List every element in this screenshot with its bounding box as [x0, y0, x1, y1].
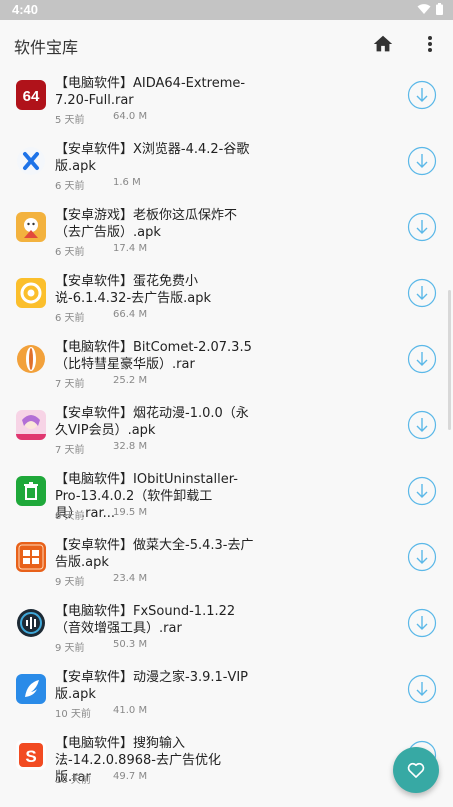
item-size: 25.2 M — [113, 375, 148, 386]
list-item[interactable]: 【安卓软件】X浏览器-4.4.2-谷歌版.apk 6 天前 1.6 M — [0, 138, 453, 204]
item-meta: 6 天前 66.4 M — [55, 309, 147, 324]
status-icons — [417, 3, 443, 15]
item-meta: 7 天前 32.8 M — [55, 441, 147, 456]
item-name: 【电脑软件】BitComet-2.07.3.5（比特彗星豪华版）.rar — [55, 340, 252, 372]
item-size: 49.7 M — [113, 771, 148, 782]
item-date: 6 天前 — [55, 247, 85, 258]
list-item[interactable]: 【安卓游戏】老板你这瓜保炸不（去广告版）.apk 6 天前 17.4 M — [0, 204, 453, 270]
item-name: 【安卓软件】做菜大全-5.4.3-去广告版.apk — [55, 538, 254, 570]
list-item[interactable]: 【电脑软件】IObitUninstaller-Pro-13.4.0.2（软件卸载… — [0, 468, 453, 534]
fxsound-icon — [16, 608, 46, 638]
download-icon[interactable] — [407, 212, 437, 242]
item-name: 【电脑软件】FxSound-1.1.22（音效增强工具）.rar — [55, 604, 236, 636]
item-meta: 6 天前 17.4 M — [55, 243, 147, 258]
item-date: 9 天前 — [55, 577, 85, 588]
item-size: 17.4 M — [113, 243, 148, 254]
item-date: 10 天前 — [55, 775, 91, 786]
list-item[interactable]: 【电脑软件】BitComet-2.07.3.5（比特彗星豪华版）.rar 7 天… — [0, 336, 453, 402]
status-time: 4:40 — [12, 2, 39, 17]
bitcomet-icon — [16, 344, 46, 374]
download-icon[interactable] — [407, 542, 437, 572]
item-name: 【安卓游戏】老板你这瓜保炸不（去广告版）.apk — [55, 208, 238, 240]
item-size: 32.8 M — [113, 441, 148, 452]
uninstaller-icon — [16, 476, 46, 506]
recipe-icon — [16, 542, 46, 572]
item-size: 64.0 M — [113, 111, 148, 122]
item-date: 9 天前 — [55, 643, 85, 654]
item-date: 10 天前 — [55, 709, 91, 720]
item-meta: 10 天前 49.7 M — [55, 771, 147, 786]
svg-text:64: 64 — [23, 88, 40, 105]
download-icon[interactable] — [407, 80, 437, 110]
item-name: 【安卓软件】X浏览器-4.4.2-谷歌版.apk — [55, 142, 250, 174]
more-vert-icon[interactable] — [418, 32, 442, 56]
item-name: 【安卓软件】烟花动漫-1.0.0（永久VIP会员）.apk — [55, 406, 249, 438]
scrollbar[interactable] — [448, 290, 451, 430]
item-meta: 10 天前 41.0 M — [55, 705, 147, 720]
item-meta: 6 天前 1.6 M — [55, 177, 141, 192]
x-browser-icon — [16, 146, 46, 176]
aida64-icon: 64 — [16, 80, 46, 110]
item-meta: 9 天前 23.4 M — [55, 573, 147, 588]
sogou-icon: S — [16, 740, 46, 770]
item-date: 6 天前 — [55, 313, 85, 324]
item-date: 6 天前 — [55, 181, 85, 192]
home-icon[interactable] — [372, 33, 394, 55]
item-meta: 8 天前 19.5 M — [55, 507, 147, 522]
battery-icon — [436, 3, 443, 15]
page-title: 软件宝库 — [14, 38, 79, 57]
item-name: 【电脑软件】AIDA64-Extreme-7.20-Full.rar — [55, 76, 246, 108]
list-item[interactable]: S 【电脑软件】搜狗输入法-14.2.0.8968-去广告优化版.rar 10 … — [0, 732, 453, 798]
list-item[interactable]: 【安卓软件】做菜大全-5.4.3-去广告版.apk 9 天前 23.4 M — [0, 534, 453, 600]
item-date: 7 天前 — [55, 379, 85, 390]
favorite-fab-button[interactable] — [393, 747, 439, 793]
software-list: 64 【电脑软件】AIDA64-Extreme-7.20-Full.rar 5 … — [0, 68, 453, 807]
item-name: 【安卓软件】蛋花免费小说-6.1.4.32-去广告版.apk — [55, 274, 212, 306]
item-size: 66.4 M — [113, 309, 148, 320]
download-icon[interactable] — [407, 476, 437, 506]
list-item[interactable]: 【安卓软件】烟花动漫-1.0.0（永久VIP会员）.apk 7 天前 32.8 … — [0, 402, 453, 468]
download-icon[interactable] — [407, 410, 437, 440]
item-name: 【安卓软件】动漫之家-3.9.1-VIP版.apk — [55, 670, 249, 702]
item-date: 8 天前 — [55, 511, 85, 522]
melon-game-icon — [16, 212, 46, 242]
download-icon[interactable] — [407, 344, 437, 374]
item-date: 5 天前 — [55, 115, 85, 126]
heart-icon — [407, 762, 425, 778]
item-meta: 7 天前 25.2 M — [55, 375, 147, 390]
item-date: 7 天前 — [55, 445, 85, 456]
download-icon[interactable] — [407, 674, 437, 704]
item-size: 41.0 M — [113, 705, 148, 716]
app-bar: 软件宝库 — [0, 20, 453, 68]
item-meta: 9 天前 50.3 M — [55, 639, 147, 654]
item-size: 23.4 M — [113, 573, 148, 584]
item-size: 19.5 M — [113, 507, 148, 518]
novel-icon — [16, 278, 46, 308]
list-item[interactable]: 64 【电脑软件】AIDA64-Extreme-7.20-Full.rar 5 … — [0, 72, 453, 138]
item-name: 【电脑软件】IObitUninstaller-Pro-13.4.0.2（软件卸载… — [55, 472, 238, 521]
list-item[interactable]: 【安卓软件】蛋花免费小说-6.1.4.32-去广告版.apk 6 天前 66.4… — [0, 270, 453, 336]
svg-text:S: S — [25, 747, 36, 766]
dmzj-icon — [16, 674, 46, 704]
anime-icon — [16, 410, 46, 440]
wifi-icon — [417, 4, 431, 14]
item-size: 50.3 M — [113, 639, 148, 650]
item-size: 1.6 M — [113, 177, 141, 188]
status-bar: 4:40 — [0, 0, 453, 20]
list-item[interactable]: 【安卓软件】动漫之家-3.9.1-VIP版.apk 10 天前 41.0 M — [0, 666, 453, 732]
list-item[interactable]: 【电脑软件】FxSound-1.1.22（音效增强工具）.rar 9 天前 50… — [0, 600, 453, 666]
item-meta: 5 天前 64.0 M — [55, 111, 147, 126]
download-icon[interactable] — [407, 146, 437, 176]
download-icon[interactable] — [407, 278, 437, 308]
download-icon[interactable] — [407, 608, 437, 638]
